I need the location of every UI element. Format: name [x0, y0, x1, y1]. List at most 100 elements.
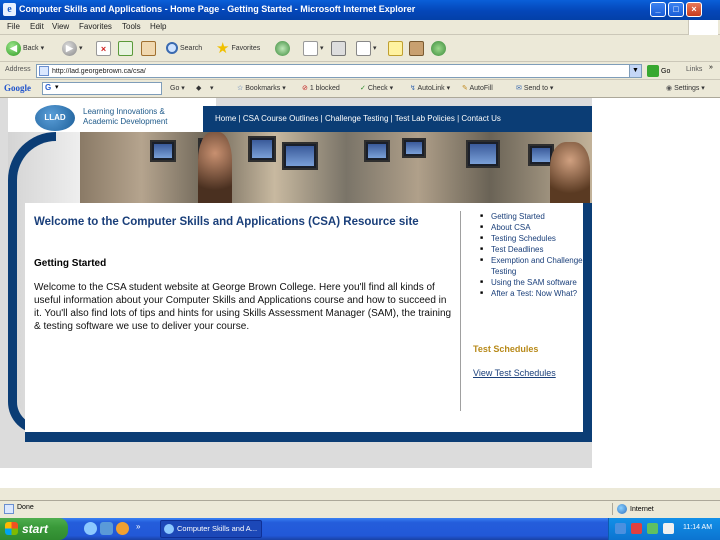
menu-edit[interactable]: Edit [30, 22, 44, 31]
forward-dropdown-icon[interactable]: ▾ [79, 44, 83, 52]
google-extra-icon[interactable]: ◆ [196, 84, 201, 92]
network-icon[interactable] [615, 523, 626, 534]
security-zone: Internet [612, 503, 654, 515]
task-label: Computer Skills and A... [177, 524, 258, 533]
edit-dropdown-icon[interactable]: ▾ [373, 44, 377, 52]
google-bookmarks-button[interactable]: ☆ Bookmarks ▾ [237, 84, 286, 92]
side-link-after-test[interactable]: After a Test: Now What? [479, 288, 597, 299]
chevron-right-icon[interactable]: » [709, 64, 713, 71]
column-divider [460, 211, 461, 411]
menu-help[interactable]: Help [150, 22, 166, 31]
popup-blocker-button[interactable]: ⊘ 1 blocked [302, 84, 340, 92]
tray-app-icon[interactable] [647, 523, 658, 534]
page-title: Welcome to the Computer Skills and Appli… [34, 216, 419, 228]
monitor-image [402, 138, 426, 158]
llad-logo[interactable]: LLAD [35, 105, 75, 131]
minimize-button[interactable]: _ [650, 2, 666, 17]
favorites-button[interactable]: ★ Favorites [216, 39, 260, 57]
mail-dropdown-icon[interactable]: ▾ [320, 44, 324, 52]
side-nav: Getting Started About CSA Testing Schedu… [479, 211, 597, 299]
close-button[interactable]: × [686, 2, 702, 17]
clock[interactable]: 11:14 AM [683, 524, 712, 531]
bookmark-star-icon: ☆ [237, 85, 244, 92]
forward-button[interactable]: ▶ ▾ [62, 39, 83, 57]
google-logo[interactable]: Google [4, 83, 31, 93]
stop-button[interactable]: × [96, 39, 111, 57]
ie-task-icon [164, 524, 174, 534]
logo-line-2: Academic Development [83, 117, 168, 126]
monitor-image [364, 140, 390, 162]
quicklaunch-desktop-icon[interactable] [100, 522, 113, 535]
side-link-exemption[interactable]: Exemption and Challenge Testing [479, 255, 597, 277]
star-icon: ★ [216, 40, 230, 57]
notes-button[interactable] [388, 39, 403, 57]
side-link-about-csa[interactable]: About CSA [479, 222, 597, 233]
edit-button[interactable]: ▾ [356, 39, 377, 57]
google-options-icon[interactable]: ▾ [210, 84, 214, 92]
go-button[interactable]: Go [647, 65, 670, 77]
address-field[interactable]: ▼ [36, 64, 642, 78]
send-to-button[interactable]: ✉ Send to ▾ [516, 84, 553, 92]
address-input[interactable] [52, 66, 622, 77]
menu-view[interactable]: View [52, 22, 69, 31]
google-g-icon: G [45, 83, 52, 92]
address-dropdown-icon[interactable]: ▼ [629, 65, 641, 77]
site-header: LLAD Learning Innovations & Academic Dev… [8, 98, 216, 132]
antivirus-icon[interactable] [631, 523, 642, 534]
spellcheck-button[interactable]: ✓ Check ▾ [360, 84, 393, 92]
quicklaunch-media-icon[interactable] [116, 522, 129, 535]
mail-icon [303, 40, 318, 56]
google-dropdown-icon[interactable]: ▾ [55, 83, 59, 91]
back-button[interactable]: ◀ Back ▾ [6, 39, 44, 57]
title-bar: e Computer Skills and Applications - Hom… [0, 0, 720, 20]
view-test-schedules-link[interactable]: View Test Schedules [473, 368, 556, 378]
volume-icon[interactable] [663, 523, 674, 534]
side-link-sam-software[interactable]: Using the SAM software [479, 277, 597, 288]
monitor-image [248, 136, 276, 162]
autolink-button[interactable]: ↯ AutoLink ▾ [410, 84, 450, 92]
go-label: Go [661, 67, 671, 75]
edit-page-icon [356, 40, 371, 56]
test-schedules-heading: Test Schedules [473, 344, 539, 354]
site-nav-links[interactable]: Home | CSA Course Outlines | Challenge T… [215, 114, 501, 123]
taskbar: start » Computer Skills and A... 11:14 A… [0, 518, 720, 540]
standard-toolbar: ◀ Back ▾ ▶ ▾ × Search ★ Favorites ▾ ▾ [0, 35, 720, 62]
zone-label: Internet [630, 505, 654, 513]
send-to-label: Send to [523, 85, 548, 92]
mail-button[interactable]: ▾ [303, 39, 324, 57]
side-link-testing-schedules[interactable]: Testing Schedules [479, 233, 597, 244]
menu-file[interactable]: File [7, 22, 20, 31]
google-go-button[interactable]: Go ▾ [170, 84, 185, 92]
refresh-button[interactable] [118, 39, 133, 57]
autofill-label: AutoFill [469, 85, 493, 92]
menu-favorites[interactable]: Favorites [79, 22, 112, 31]
logo-line-1: Learning Innovations & [83, 107, 165, 116]
print-button[interactable] [331, 39, 346, 57]
send-icon: ✉ [516, 85, 522, 92]
settings-icon: ◉ [666, 85, 673, 92]
google-toolbar: Google G ▾ Go ▾ ◆ ▾ ☆ Bookmarks ▾ ⊘ 1 bl… [0, 80, 720, 98]
menu-tools[interactable]: Tools [122, 22, 141, 31]
side-link-test-deadlines[interactable]: Test Deadlines [479, 244, 597, 255]
links-button[interactable]: Links [686, 66, 702, 73]
quicklaunch-ie-icon[interactable] [84, 522, 97, 535]
back-dropdown-icon[interactable]: ▾ [41, 44, 45, 52]
quicklaunch-chevron-icon[interactable]: » [136, 522, 140, 531]
research-button[interactable] [409, 39, 424, 57]
history-button[interactable] [275, 39, 290, 57]
research-icon [409, 40, 424, 56]
autolink-label: AutoLink [417, 85, 445, 92]
site-container: LLAD Learning Innovations & Academic Dev… [8, 98, 592, 442]
autofill-button[interactable]: ✎ AutoFill [462, 84, 493, 92]
search-button[interactable]: Search [166, 39, 202, 57]
home-button[interactable] [141, 39, 156, 57]
side-link-getting-started[interactable]: Getting Started [479, 211, 597, 222]
google-search-field[interactable]: G ▾ [42, 82, 162, 95]
page-background: LLAD Learning Innovations & Academic Dev… [0, 98, 592, 468]
maximize-button[interactable]: □ [668, 2, 684, 17]
settings-button[interactable]: ◉ Settings ▾ [666, 84, 705, 92]
history-icon [275, 40, 290, 56]
taskbar-ie-window[interactable]: Computer Skills and A... [160, 520, 262, 538]
messenger-button[interactable] [431, 39, 446, 57]
start-button[interactable]: start [0, 518, 68, 540]
